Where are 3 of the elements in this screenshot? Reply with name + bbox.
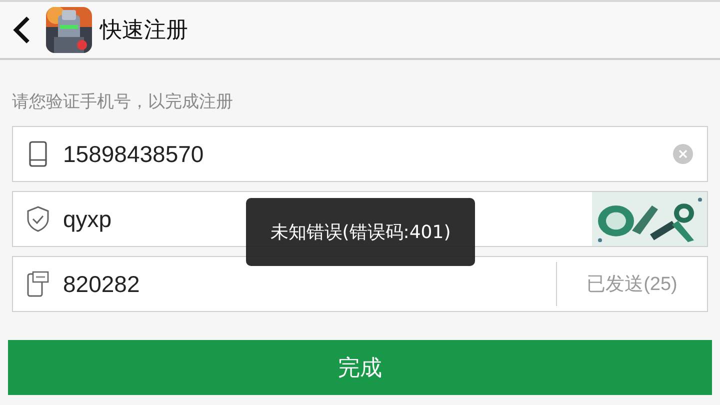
instruction-text: 请您验证手机号，以完成注册 [12,91,234,114]
page-title: 快速注册 [100,17,188,45]
error-toast: 未知错误(错误码:401) [246,198,475,266]
